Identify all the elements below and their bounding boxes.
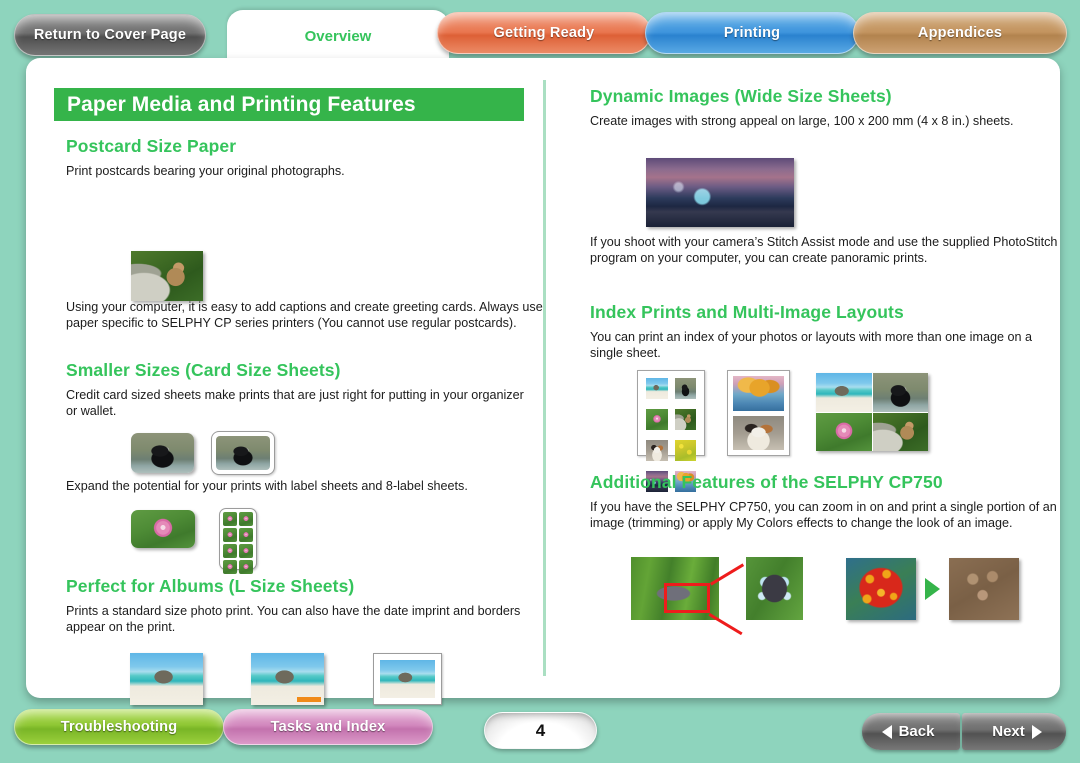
trim-selection-box xyxy=(664,583,710,613)
label-cell xyxy=(239,528,253,542)
index-cell xyxy=(646,378,668,399)
index-cell xyxy=(674,378,696,399)
section-intro-text: Print postcards bearing your original ph… xyxy=(66,164,345,178)
label-cell xyxy=(223,528,237,542)
index-cell xyxy=(674,440,696,461)
label-cell xyxy=(239,512,253,526)
section-smaller-sizes: Smaller Sizes (Card Size Sheets) Credit … xyxy=(66,360,538,419)
photo-flowers-sepia-effect xyxy=(949,557,1019,620)
back-button-label: Back xyxy=(898,723,935,740)
section-dynamic-images-outro-text: If you shoot with your camera’s Stitch A… xyxy=(590,235,1058,265)
section-intro-text: Prints a standard size photo print. You … xyxy=(66,604,521,634)
label-cell xyxy=(223,512,237,526)
photo-bird-card-size xyxy=(131,433,194,473)
photo-bird-card-size-bordered xyxy=(211,431,275,475)
top-tab-bar: Return to Cover Page Overview Getting Re… xyxy=(0,0,1080,62)
photo-flowers-original xyxy=(846,557,916,620)
section-heading: Postcard Size Paper xyxy=(66,136,237,156)
section-postcard-outro-text: Using your computer, it is easy to add c… xyxy=(66,300,543,330)
arrow-left-icon xyxy=(881,724,892,739)
section-perfect-for-albums: Perfect for Albums (L Size Sheets) Print… xyxy=(66,576,538,635)
photo-four-image-layout xyxy=(816,373,928,451)
photo-inner xyxy=(380,660,435,698)
my-colors-illustration xyxy=(846,557,1024,620)
layout-cell xyxy=(733,415,784,450)
index-cell xyxy=(674,409,696,430)
back-button[interactable]: Back xyxy=(862,713,960,750)
photo-two-image-layout-sheet xyxy=(727,370,790,456)
section-heading: Dynamic Images (Wide Size Sheets) xyxy=(590,86,892,106)
column-divider xyxy=(543,80,546,676)
index-cell-caption xyxy=(675,430,697,434)
label-cell xyxy=(239,544,253,558)
section-intro-text: Credit card sized sheets make prints tha… xyxy=(66,388,524,418)
label-cell xyxy=(223,560,237,574)
layout-cell xyxy=(816,373,872,412)
photo-city-wide-size xyxy=(646,158,794,227)
photo-monkey-postcard xyxy=(131,251,203,301)
page-title-band: Paper Media and Printing Features xyxy=(54,88,524,121)
trimming-illustration xyxy=(631,557,803,636)
tasks-and-index-button[interactable]: Tasks and Index xyxy=(223,709,433,745)
index-cell xyxy=(646,440,668,461)
next-button[interactable]: Next xyxy=(962,713,1066,750)
section-postcard-size-paper: Postcard Size Paper Print postcards bear… xyxy=(66,136,538,180)
photo-8-label-sheet xyxy=(219,508,257,574)
layout-cell xyxy=(872,373,928,412)
photo-index-print-sheet xyxy=(637,370,705,492)
troubleshooting-button[interactable]: Troubleshooting xyxy=(14,709,224,745)
section-index-prints: Index Prints and Multi-Image Layouts You… xyxy=(590,302,1058,361)
section-intro-text: If you have the SELPHY CP750, you can zo… xyxy=(590,500,1057,530)
index-cell xyxy=(646,409,668,430)
section-intro-text: Create images with strong appeal on larg… xyxy=(590,114,1014,128)
return-to-cover-page-button[interactable]: Return to Cover Page xyxy=(14,14,206,56)
photo-butterfly-trimmed xyxy=(746,557,803,620)
section-intro-text: You can print an index of your photos or… xyxy=(590,330,1032,360)
section-heading: Perfect for Albums (L Size Sheets) xyxy=(66,576,355,596)
page-title: Paper Media and Printing Features xyxy=(67,92,416,116)
page-number-badge: 4 xyxy=(484,712,597,749)
page-root: Return to Cover Page Overview Getting Re… xyxy=(0,0,1080,763)
next-button-label: Next xyxy=(992,723,1025,740)
tab-printing[interactable]: Printing xyxy=(645,12,859,54)
arrow-right-icon xyxy=(925,577,940,600)
label-cell xyxy=(239,560,253,574)
tab-appendices[interactable]: Appendices xyxy=(853,12,1067,54)
index-cell-caption xyxy=(646,430,668,434)
layout-cell xyxy=(816,412,872,451)
label-cell xyxy=(223,544,237,558)
index-cell-caption xyxy=(675,461,697,465)
section-heading: Additional Features of the SELPHY CP750 xyxy=(590,472,943,492)
layout-cell xyxy=(733,376,784,411)
section-dynamic-images: Dynamic Images (Wide Size Sheets) Create… xyxy=(590,86,1058,130)
arrow-right-icon xyxy=(1031,724,1042,739)
index-cell-caption xyxy=(646,461,668,465)
section-heading: Index Prints and Multi-Image Layouts xyxy=(590,302,904,322)
section-additional-features: Additional Features of the SELPHY CP750 … xyxy=(590,472,1068,531)
photo-inner xyxy=(216,436,270,470)
tab-getting-ready[interactable]: Getting Ready xyxy=(437,12,651,54)
tab-overview[interactable]: Overview xyxy=(227,10,449,62)
index-cell-caption xyxy=(646,399,668,403)
section-heading: Smaller Sizes (Card Size Sheets) xyxy=(66,360,341,380)
page-sheet: Paper Media and Printing Features Postca… xyxy=(26,58,1060,705)
photo-lotus-label-sheet xyxy=(131,510,195,548)
index-cell-caption xyxy=(675,399,697,403)
layout-cell xyxy=(872,412,928,451)
section-smaller-sizes-outro-text: Expand the potential for your prints wit… xyxy=(66,479,468,493)
trim-guide-line xyxy=(708,613,743,636)
